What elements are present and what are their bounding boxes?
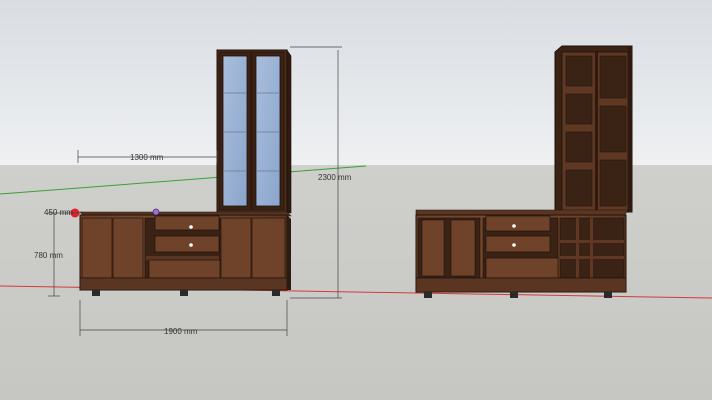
- midpoint-marker[interactable]: [152, 208, 160, 216]
- drawer-knob: [512, 224, 516, 228]
- dim-height-base[interactable]: 780 mm: [34, 251, 63, 260]
- drawer-1[interactable]: [154, 215, 220, 231]
- dim-width-total[interactable]: 1900 mm: [164, 327, 198, 336]
- glass-door-left[interactable]: [222, 55, 248, 207]
- drawer-1-right[interactable]: [485, 215, 551, 232]
- glass-door-right[interactable]: [255, 55, 281, 207]
- drawer-2[interactable]: [154, 235, 220, 253]
- dim-height-total[interactable]: 2300 mm: [318, 173, 352, 182]
- base-door-4[interactable]: [251, 217, 286, 279]
- base-door-1[interactable]: [81, 217, 113, 279]
- drawer-knob: [189, 225, 193, 229]
- base-door-3[interactable]: [220, 217, 252, 279]
- dim-depth[interactable]: 450 mm: [44, 208, 73, 217]
- drawer-knob: [512, 243, 516, 247]
- dim-width-upper[interactable]: 1300 mm: [130, 153, 164, 162]
- model-scene[interactable]: 1300 mm 2300 mm 780 mm 450 mm 1900 mm: [0, 0, 712, 400]
- drawer-knob: [189, 243, 193, 247]
- base-door-2[interactable]: [112, 217, 144, 279]
- sketchup-viewport[interactable]: 1300 mm 2300 mm 780 mm 450 mm 1900 mm: [0, 0, 712, 400]
- drawer-2-right[interactable]: [485, 235, 551, 253]
